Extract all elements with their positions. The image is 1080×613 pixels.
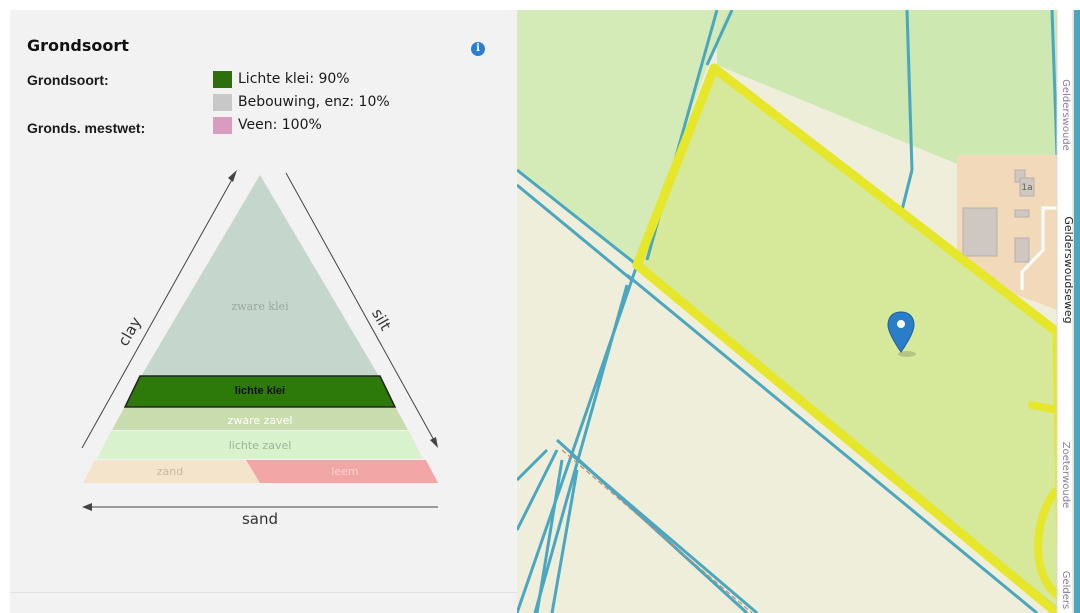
building [1014, 209, 1030, 218]
sand-axis-label: sand [242, 510, 278, 528]
top-strip [0, 0, 1080, 10]
zone-label-zware-klei: zware klei [231, 300, 289, 313]
zone-label-lichte-zavel: lichte zavel [229, 439, 292, 452]
road-label-zoeterwoude: Zoeterwoude [1060, 442, 1071, 508]
soil-triangle: zware klei lichte klei zware zavel licht… [81, 170, 438, 528]
map-view[interactable]: 1a Gelderswoude Gelderswoudseweg Zoeterw… [517, 10, 1080, 613]
zone-label-lichte-klei: lichte klei [235, 385, 285, 397]
building [1014, 237, 1030, 263]
road-label-gelders: Gelders [1060, 571, 1071, 610]
building [962, 207, 998, 257]
soil-panel: Grondsoort i Grondsoort: Gronds. mestwet… [10, 10, 517, 613]
zone-zware-klei[interactable] [140, 175, 380, 378]
road-label-gelderswoudseweg: Gelderswoudseweg [1062, 216, 1075, 323]
zone-label-zand: zand [157, 465, 183, 478]
silt-axis-label: silt [368, 305, 395, 333]
zone-label-leem: leem [331, 465, 358, 478]
house-number: 1a [1021, 183, 1032, 193]
zone-label-zware-zavel: zware zavel [228, 414, 293, 427]
map-canvas[interactable]: 1a Gelderswoude Gelderswoudseweg Zoeterw… [517, 10, 1080, 613]
road-label-gelderswoude: Gelderswoude [1060, 79, 1071, 151]
panel-divider [10, 592, 517, 593]
